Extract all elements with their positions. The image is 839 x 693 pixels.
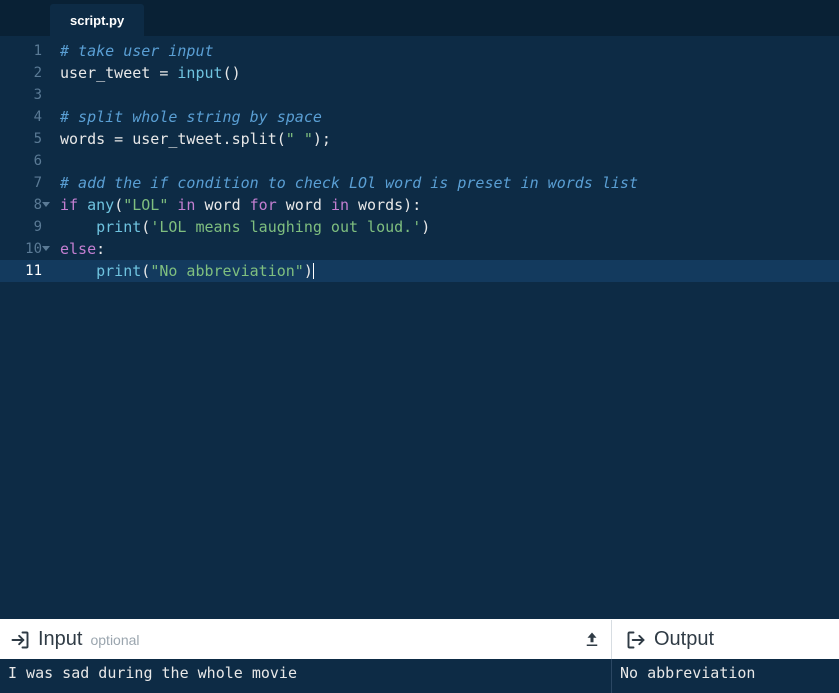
code-line: user_tweet = input() xyxy=(50,62,839,84)
tab-script[interactable]: script.py xyxy=(50,4,144,36)
code-editor[interactable]: 1 2 3 4 5 6 7 8 9 10 11 # take user inpu… xyxy=(0,36,839,619)
code-line: # add the if condition to check LOl word… xyxy=(50,172,839,194)
io-body: No abbreviation xyxy=(0,659,839,693)
line-number: 10 xyxy=(0,238,50,260)
fold-icon[interactable] xyxy=(42,246,50,251)
line-number: 7 xyxy=(0,172,50,194)
code-line xyxy=(50,84,839,106)
upload-icon[interactable] xyxy=(583,631,601,649)
line-gutter: 1 2 3 4 5 6 7 8 9 10 11 xyxy=(0,36,50,619)
fold-icon[interactable] xyxy=(42,202,50,207)
tab-bar: script.py xyxy=(0,0,839,36)
line-number: 11 xyxy=(0,260,50,282)
line-number: 9 xyxy=(0,216,50,238)
code-area[interactable]: # take user input user_tweet = input() #… xyxy=(50,36,839,619)
code-line: # take user input xyxy=(50,40,839,62)
input-optional-label: optional xyxy=(90,632,139,648)
code-line: print('LOL means laughing out loud.') xyxy=(50,216,839,238)
output-icon xyxy=(626,630,646,650)
line-number: 6 xyxy=(0,150,50,172)
code-line: # split whole string by space xyxy=(50,106,839,128)
code-line: else: xyxy=(50,238,839,260)
code-line xyxy=(50,150,839,172)
output-header: Output xyxy=(611,620,839,659)
code-line: words = user_tweet.split(" "); xyxy=(50,128,839,150)
output-title: Output xyxy=(654,628,714,651)
output-pane: No abbreviation xyxy=(611,659,839,693)
input-title: Input xyxy=(38,628,82,651)
line-number: 8 xyxy=(0,194,50,216)
input-icon xyxy=(10,630,30,650)
line-number: 1 xyxy=(0,40,50,62)
input-header: Input optional xyxy=(0,620,611,659)
line-number: 4 xyxy=(0,106,50,128)
line-number: 3 xyxy=(0,84,50,106)
io-header: Input optional Output xyxy=(0,619,839,659)
code-line: if any("LOL" in word for word in words): xyxy=(50,194,839,216)
line-number: 5 xyxy=(0,128,50,150)
text-cursor xyxy=(313,263,314,279)
code-line: print("No abbreviation") xyxy=(50,260,839,282)
line-number: 2 xyxy=(0,62,50,84)
input-textarea[interactable] xyxy=(0,659,611,693)
